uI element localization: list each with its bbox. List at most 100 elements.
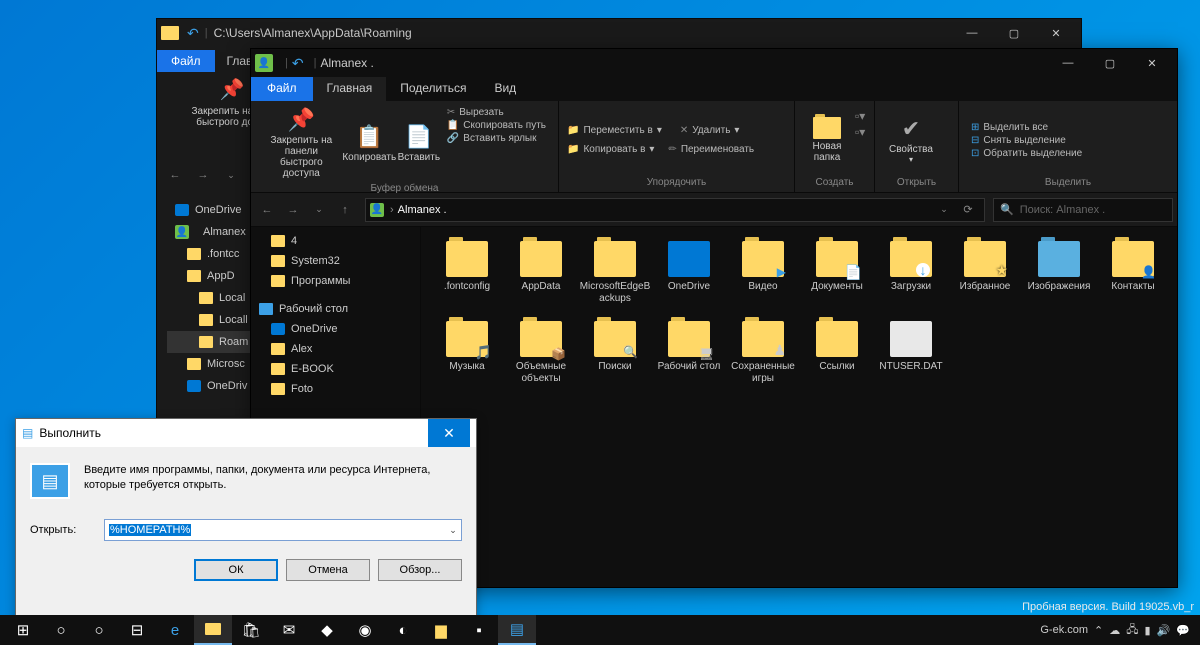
sidebar-item-programs[interactable]: Программы — [251, 271, 420, 291]
cut-button[interactable]: ✂Вырезать — [447, 107, 546, 118]
file-item[interactable]: Сохраненные игры — [727, 317, 799, 389]
sidebar-item-almanex[interactable]: Almanex — [167, 221, 255, 243]
sidebar-item-ebook[interactable]: E-BOOK — [251, 359, 420, 379]
file-item[interactable]: OneDrive — [653, 237, 725, 309]
cortana-button[interactable]: ○ — [80, 615, 118, 645]
sidebar-item-fontconfig[interactable]: .fontcc — [167, 243, 255, 265]
run-input[interactable]: %HOMEPATH% ⌄ — [104, 519, 462, 541]
back-button[interactable]: ← — [255, 198, 279, 222]
file-item[interactable]: MicrosoftEdgeBackups — [579, 237, 651, 309]
search-input[interactable]: 🔍 Поиск: Almanex . — [993, 198, 1173, 222]
network-icon[interactable]: 🖧 — [1126, 621, 1138, 640]
notifications-icon[interactable]: 💬 — [1176, 624, 1190, 637]
chrome-button[interactable]: ◉ — [346, 615, 384, 645]
file-item[interactable]: Рабочий стол — [653, 317, 725, 389]
dropdown-icon[interactable]: ⌄ — [932, 198, 956, 222]
sidebar-item-onedrive[interactable]: OneDrive — [251, 319, 420, 339]
cancel-button[interactable]: Отмена — [286, 559, 370, 581]
file-item[interactable]: Музыка — [431, 317, 503, 389]
refresh-button[interactable]: ⟳ — [956, 198, 980, 222]
titlebar-front[interactable]: | ↶ | Almanex . — ▢ ✕ — [251, 49, 1177, 77]
file-item[interactable]: Объемные объекты — [505, 317, 577, 389]
run-titlebar[interactable]: ▤ Выполнить ✕ — [16, 419, 476, 447]
paste-button[interactable]: 📄Вставить — [395, 105, 443, 181]
invert-button[interactable]: ⊡Обратить выделение — [971, 148, 1082, 159]
sidebar-item-desktop[interactable]: Рабочий стол — [251, 299, 420, 319]
back-button[interactable]: ← — [163, 163, 187, 187]
file-item[interactable]: .fontconfig — [431, 237, 503, 309]
select-all-button[interactable]: ⊞Выделить все — [971, 122, 1082, 133]
ok-button[interactable]: ОК — [194, 559, 278, 581]
history-dropdown[interactable]: ⌄ — [307, 198, 331, 222]
app4-button[interactable]: ▪ — [460, 615, 498, 645]
app-button[interactable]: ◆ — [308, 615, 346, 645]
forward-button[interactable]: → — [191, 163, 215, 187]
new-item-icon[interactable]: ▫▾ — [855, 109, 865, 123]
file-item[interactable]: Изображения — [1023, 237, 1095, 309]
taskview-button[interactable]: ⊟ — [118, 615, 156, 645]
minimize-button[interactable]: — — [1047, 49, 1089, 77]
properties-button[interactable]: ✔Свойства▾ — [883, 105, 939, 175]
move-to-button[interactable]: 📁Переместить в▾✕Удалить▾ — [567, 125, 786, 136]
volume-icon[interactable]: 🔊 — [1157, 624, 1171, 637]
sidebar-item-system32[interactable]: System32 — [251, 251, 420, 271]
battery-icon[interactable]: ▮ — [1145, 624, 1151, 637]
new-folder-button[interactable]: Новая папка — [803, 105, 851, 175]
maximize-button[interactable]: ▢ — [993, 19, 1035, 47]
app2-button[interactable]: ◐ — [384, 615, 422, 645]
close-button[interactable]: ✕ — [1131, 49, 1173, 77]
sidebar-item-4[interactable]: 4 — [251, 231, 420, 251]
sidebar-item-onedrive2[interactable]: OneDriv — [167, 375, 255, 397]
close-button[interactable]: ✕ — [1035, 19, 1077, 47]
file-item[interactable]: Загрузки — [875, 237, 947, 309]
deselect-button[interactable]: ⊟Снять выделение — [971, 135, 1082, 146]
chevron-down-icon[interactable]: ⌄ — [445, 520, 461, 540]
search-button[interactable]: ○ — [42, 615, 80, 645]
titlebar-back[interactable]: ↶ | C:\Users\Almanex\AppData\Roaming — ▢… — [157, 19, 1081, 47]
maximize-button[interactable]: ▢ — [1089, 49, 1131, 77]
sidebar-item-microsoft[interactable]: Microsc — [167, 353, 255, 375]
pin-quick-access[interactable]: 📌Закрепить на панели быстрого доступа — [259, 105, 344, 181]
copy-path-button[interactable]: 📋Скопировать путь — [447, 120, 546, 131]
copy-button[interactable]: 📋Копировать — [344, 105, 395, 181]
file-item[interactable]: Видео — [727, 237, 799, 309]
forward-button[interactable]: → — [281, 198, 305, 222]
file-tab-back[interactable]: Файл — [157, 50, 215, 72]
tab-file[interactable]: Файл — [251, 77, 313, 101]
tab-home[interactable]: Главная — [313, 77, 387, 101]
sidebar-item-locall[interactable]: Locall — [167, 309, 255, 331]
dropdown-icon[interactable]: ⌄ — [219, 163, 243, 187]
file-item[interactable]: Поиски — [579, 317, 651, 389]
file-item[interactable]: Избранное — [949, 237, 1021, 309]
file-item[interactable]: Контакты — [1097, 237, 1169, 309]
undo-icon[interactable]: ↶ — [292, 55, 304, 72]
tray-up-icon[interactable]: ⌃ — [1094, 624, 1103, 637]
close-button[interactable]: ✕ — [428, 419, 470, 447]
sidebar-item-roaming[interactable]: Roam — [167, 331, 255, 353]
mail-button[interactable]: ✉ — [270, 615, 308, 645]
minimize-button[interactable]: — — [951, 19, 993, 47]
file-item[interactable]: AppData — [505, 237, 577, 309]
store-button[interactable]: 🛍 — [232, 615, 270, 645]
address-bar[interactable]: › Almanex . ⌄ ⟳ — [365, 198, 985, 222]
sidebar-item-alex[interactable]: Alex — [251, 339, 420, 359]
start-button[interactable]: ⊞ — [4, 615, 42, 645]
browse-button[interactable]: Обзор... — [378, 559, 462, 581]
app3-button[interactable]: ▆ — [422, 615, 460, 645]
tab-share[interactable]: Поделиться — [386, 77, 480, 101]
sidebar-item-appdata[interactable]: AppD — [167, 265, 255, 287]
copy-to-button[interactable]: 📁Копировать в▾✏Переименовать — [567, 144, 786, 155]
sidebar-item-onedrive[interactable]: OneDrive — [167, 199, 255, 221]
onedrive-tray-icon[interactable]: ☁ — [1109, 624, 1120, 637]
file-item[interactable]: Ссылки — [801, 317, 873, 389]
file-item[interactable]: Документы — [801, 237, 873, 309]
up-button[interactable]: ↑ — [333, 198, 357, 222]
run-button[interactable]: ▤ — [498, 615, 536, 645]
undo-icon[interactable]: ↶ — [187, 25, 199, 42]
explorer-button[interactable] — [194, 615, 232, 645]
easy-access-icon[interactable]: ▫▾ — [855, 125, 865, 139]
sidebar-item-foto[interactable]: Foto — [251, 379, 420, 399]
file-item[interactable]: NTUSER.DAT — [875, 317, 947, 389]
breadcrumb[interactable]: Almanex . — [398, 204, 447, 216]
sidebar-item-local[interactable]: Local — [167, 287, 255, 309]
